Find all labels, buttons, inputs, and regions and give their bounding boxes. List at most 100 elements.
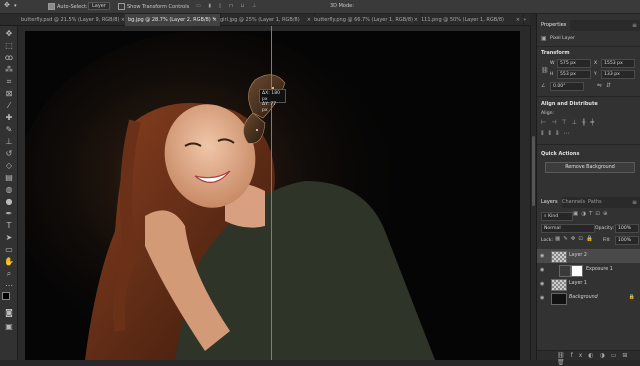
hand-tool-icon[interactable]: ✋ (3, 257, 15, 267)
vertical-guide-line[interactable] (271, 26, 272, 360)
mode-3d-label: 3D Mode: (330, 3, 354, 9)
layer-name: Layer 1 (569, 281, 587, 286)
scrollbar-thumb[interactable] (532, 136, 535, 206)
tab-paths[interactable]: Paths (584, 197, 606, 208)
auto-select-dropdown[interactable]: Layer (88, 2, 110, 10)
adjustment-icon (559, 265, 571, 277)
more-tabs-icon[interactable]: » (520, 14, 533, 26)
tab-label: bg.jpg @ 28.7% (Layer 2, RGB/8) * (128, 17, 215, 23)
align-icons[interactable]: ⊢⊣⊤⊥╫╪ (541, 119, 599, 126)
visibility-eye-icon[interactable]: ◉ (540, 253, 544, 259)
foreground-color-swatch[interactable] (2, 292, 10, 300)
blend-mode-select[interactable]: Normal (541, 224, 595, 233)
tab-bg-jpg[interactable]: bg.jpg @ 28.7% (Layer 2, RGB/8) * × (125, 14, 221, 26)
link-icon[interactable]: ⛓ (541, 67, 549, 74)
lock-icons[interactable]: ▦✎✥⊡🔒 (555, 236, 596, 242)
show-transform-label: Show Transform Controls (127, 4, 190, 10)
layer-type-label: Pixel Layer (550, 36, 575, 41)
brush-tool-icon[interactable]: ✎ (3, 125, 15, 135)
flip-icons[interactable]: ⇋⇵ (597, 82, 615, 89)
screen-mode-icon[interactable]: ▣ (3, 322, 15, 332)
lock-label: Lock: (541, 238, 554, 243)
layer-row[interactable]: ◉ Layer 2 (537, 249, 640, 263)
more-tools-icon[interactable]: ⋯ (3, 281, 15, 291)
magic-wand-tool-icon[interactable]: ⁂ (3, 65, 15, 75)
show-transform-checkbox[interactable]: Show Transform Controls (118, 3, 189, 10)
frame-tool-icon[interactable]: ⊠ (3, 89, 15, 99)
opacity-label: Opacity: (595, 226, 614, 231)
zoom-tool-icon[interactable]: ⌕ (3, 269, 15, 279)
type-tool-icon[interactable]: T (3, 221, 15, 231)
kind-filter[interactable]: ⌕ Kind (541, 212, 573, 221)
fill-field[interactable]: 100% (615, 236, 639, 245)
crop-tool-icon[interactable]: ⌗ (3, 77, 15, 87)
layer-row[interactable]: ◉ Layer 1 (537, 277, 640, 291)
healing-brush-icon[interactable]: ✚ (3, 113, 15, 123)
layers-tab-header: Layers Channels Paths ≡ (537, 197, 640, 208)
layer-thumbnail (551, 293, 567, 305)
tab-butterfly-png[interactable]: butterfly.png @ 66.7% (Layer 1, RGB/8) × (311, 14, 422, 26)
panel-menu-icon[interactable]: ≡ (632, 20, 637, 31)
opacity-field[interactable]: 100% (615, 224, 639, 233)
chevron-down-icon[interactable]: ▾ (14, 3, 17, 9)
eyedropper-tool-icon[interactable]: ⁄ (3, 101, 15, 111)
eraser-tool-icon[interactable]: ◇ (3, 161, 15, 171)
history-brush-icon[interactable]: ↺ (3, 149, 15, 159)
panel-menu-icon[interactable]: ≡ (632, 197, 637, 208)
visibility-eye-icon[interactable]: ◉ (540, 267, 544, 273)
transform-header[interactable]: Transform (541, 50, 570, 56)
quick-mask-icon[interactable]: ◙ (3, 308, 15, 318)
x-field[interactable]: 1553 px (601, 59, 635, 68)
move-tooltip: ΔX: 180 px ΔY: 77 px (259, 89, 286, 113)
y-field[interactable]: 133 px (601, 70, 635, 79)
auto-select-label: Auto-Select: (57, 4, 88, 10)
move-tool-icon[interactable]: ✥ (4, 1, 10, 9)
options-bar: ✥ ▾ Auto-Select: Layer Show Transform Co… (0, 0, 640, 14)
blur-tool-icon[interactable]: ◍ (3, 185, 15, 195)
lock-icon: 🔒 (628, 294, 635, 300)
layer-thumbnail (551, 251, 567, 263)
photo-illustration (25, 31, 520, 360)
quick-actions-header[interactable]: Quick Actions (541, 151, 579, 157)
tab-111-png[interactable]: 111.png @ 50% (Layer 1, RGB/8) × (418, 14, 524, 26)
width-field[interactable]: 575 px (557, 59, 591, 68)
stamp-tool-icon[interactable]: ⊥ (3, 137, 15, 147)
lasso-tool-icon[interactable]: ꝏ (3, 53, 15, 63)
layers-footer: ⛓fx◐◑▭⊞🗑 (537, 350, 640, 366)
marquee-tool-icon[interactable]: ⬚ (3, 41, 15, 51)
layer-row[interactable]: ◉ Exposure 1 (537, 263, 640, 277)
filter-icons[interactable]: ▣◑T⊡⊕ (573, 211, 611, 217)
align-label: Align: (541, 111, 555, 116)
tools-panel: ✥ ⬚ ꝏ ⁂ ⌗ ⊠ ⁄ ✚ ✎ ⊥ ↺ ◇ ▤ ◍ ● ✒ T ➤ ▭ ✋ … (0, 26, 18, 360)
w-label: W (550, 61, 555, 66)
layer-name: Layer 2 (569, 253, 587, 258)
tooltip-dy: ΔY: 77 px (262, 102, 277, 113)
move-tool-icon[interactable]: ✥ (3, 29, 15, 39)
align-header[interactable]: Align and Distribute (541, 101, 598, 107)
shape-tool-icon[interactable]: ▭ (3, 245, 15, 255)
layer-row[interactable]: ◉ Background 🔒 (537, 291, 640, 305)
auto-select-checkbox[interactable]: Auto-Select: (48, 3, 88, 10)
height-field[interactable]: 553 px (557, 70, 591, 79)
visibility-eye-icon[interactable]: ◉ (540, 295, 544, 301)
visibility-eye-icon[interactable]: ◉ (540, 281, 544, 287)
tab-girl-jpg[interactable]: girl.jpg @ 25% (Layer 1, RGB/8) × (217, 14, 315, 26)
pixel-layer-icon: ▣ (541, 35, 547, 42)
align-icons[interactable]: ▭ ▮ ▯ ⊓ ⊔ ⊥ (196, 3, 259, 9)
angle-field[interactable]: 0.00° (550, 82, 584, 91)
layer-action-icons[interactable]: ⛓fx◐◑▭⊞🗑 (557, 352, 640, 366)
y-label: Y (594, 72, 597, 77)
distribute-icons[interactable]: ⫴⫴⫴⋯ (541, 130, 575, 138)
layer-thumbnail (551, 279, 567, 291)
fill-label: Fill: (603, 238, 611, 243)
dodge-tool-icon[interactable]: ● (3, 197, 15, 207)
kind-label: Kind (548, 214, 559, 219)
gradient-tool-icon[interactable]: ▤ (3, 173, 15, 183)
path-selection-icon[interactable]: ➤ (3, 233, 15, 243)
document-canvas[interactable] (25, 31, 520, 360)
remove-background-button[interactable]: Remove Background (545, 162, 635, 173)
tab-properties[interactable]: Properties (537, 20, 571, 31)
tab-butterfly-psd[interactable]: butterfly.psd @ 21.5% (Layer 9, RGB/8) × (18, 14, 129, 26)
pen-tool-icon[interactable]: ✒ (3, 209, 15, 219)
tooltip-dx: ΔX: 180 px (262, 91, 281, 102)
